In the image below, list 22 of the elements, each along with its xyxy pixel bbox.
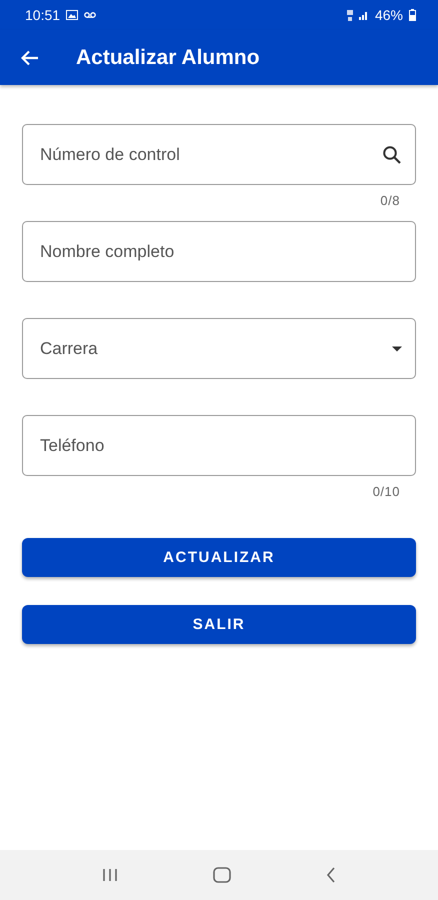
battery-percentage: 46%	[374, 7, 403, 23]
clock: 10:51	[25, 7, 60, 23]
update-button[interactable]: ACTUALIZAR	[22, 538, 416, 577]
battery-icon	[409, 9, 416, 21]
exit-button[interactable]: SALIR	[22, 605, 416, 644]
back-arrow-icon[interactable]	[21, 50, 39, 66]
input-field[interactable]: Nombre completo	[22, 221, 416, 282]
recent-apps-icon[interactable]	[102, 868, 118, 882]
image-icon	[66, 10, 78, 20]
data-icon	[346, 10, 353, 20]
character-counter: 0/10	[372, 484, 400, 496]
home-icon[interactable]	[213, 867, 231, 883]
voicemail-icon	[84, 12, 96, 18]
back-icon[interactable]	[326, 867, 336, 883]
search-icon[interactable]	[382, 144, 402, 164]
screen-title: Actualizar Alumno	[76, 46, 260, 70]
input-field[interactable]: Número de control	[22, 124, 416, 185]
dropdown-arrow-icon[interactable]	[392, 346, 402, 351]
character-counter: 0/8	[380, 193, 400, 205]
signal-icon	[358, 10, 369, 20]
input-field[interactable]: Teléfono	[22, 415, 416, 476]
dropdown-field[interactable]: Carrera	[22, 318, 416, 379]
